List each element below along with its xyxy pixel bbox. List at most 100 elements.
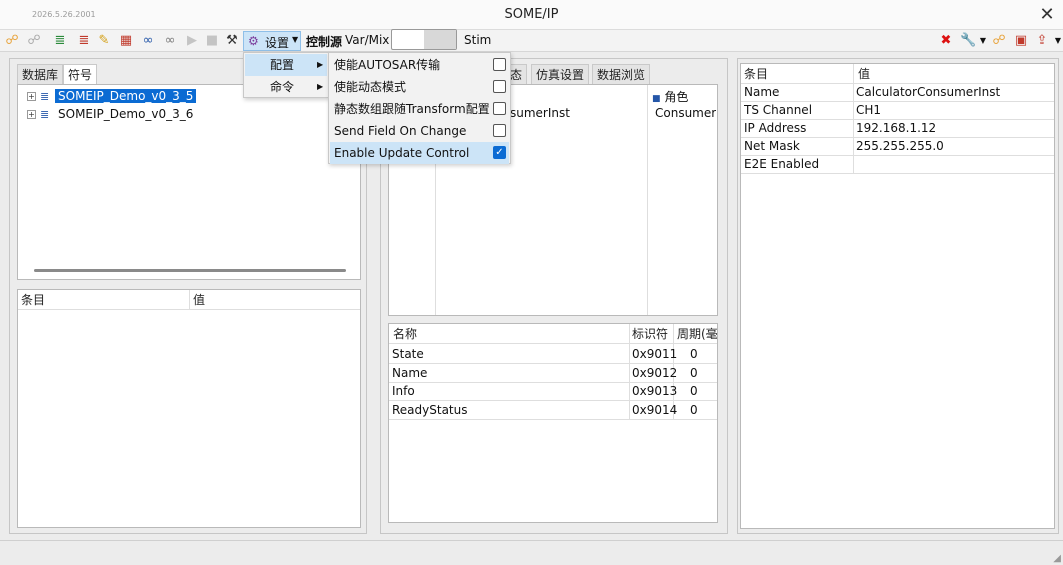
- gear-icon: ⚙: [248, 34, 259, 48]
- checkbox[interactable]: [493, 80, 506, 93]
- tab-data-browse[interactable]: 数据浏览: [592, 64, 651, 84]
- column-divider: [189, 290, 190, 309]
- property-value[interactable]: 255.255.255.0: [856, 137, 944, 155]
- menu-item-enable-update-control[interactable]: Enable Update Control ✓: [330, 142, 509, 164]
- column-header-item: 条目: [744, 67, 769, 81]
- table-row-id: 0x9011: [632, 347, 678, 361]
- column-divider: [647, 85, 648, 315]
- expand-icon[interactable]: +: [27, 110, 36, 119]
- control-source-toggle[interactable]: [391, 29, 457, 50]
- checkbox[interactable]: [493, 58, 506, 71]
- menu-item-label: 静态数组跟随Transform配置: [334, 102, 490, 116]
- clear-icon[interactable]: ✎: [96, 33, 112, 49]
- menu-item-config[interactable]: 配置 ▶: [245, 54, 327, 76]
- table-row-id: 0x9012: [632, 366, 678, 380]
- tree-label[interactable]: SOMEIP_Demo_v0_3_5: [55, 89, 197, 103]
- database-tree: + ≣ SOMEIP_Demo_v0_3_5 + ≣ SOMEIP_Demo_v0_3_…: [17, 84, 361, 280]
- stim-label: Stim: [464, 33, 492, 47]
- run-icon[interactable]: ▶: [184, 33, 200, 49]
- table-row-name[interactable]: Name: [392, 364, 427, 382]
- connect-icon[interactable]: ☍: [4, 33, 20, 49]
- config-submenu: 使能AUTOSAR传输 使能动态模式 静态数组跟随Transform配置 Sen…: [328, 52, 511, 164]
- column-header-value: 值: [858, 67, 871, 81]
- column-divider: [629, 324, 630, 419]
- menu-item-label: 命令: [270, 80, 295, 94]
- expand-icon[interactable]: +: [27, 92, 36, 101]
- property-name: E2E Enabled: [744, 157, 820, 171]
- menu-item-label: 配置: [270, 58, 295, 72]
- property-name: TS Channel: [744, 103, 813, 117]
- link-orange-icon[interactable]: ☍: [991, 33, 1007, 49]
- menu-item-autosar-transport[interactable]: 使能AUTOSAR传输: [330, 54, 509, 76]
- column-header-item: 条目: [21, 293, 46, 307]
- chevron-right-icon: ▶: [317, 60, 324, 69]
- settings-dropdown: 配置 ▶ 命令 ▶: [243, 52, 329, 98]
- add-database-icon[interactable]: ≣: [52, 33, 68, 49]
- menu-item-command[interactable]: 命令 ▶: [245, 76, 327, 98]
- header-divider: [18, 309, 360, 310]
- menu-item-static-array-transform[interactable]: 静态数组跟随Transform配置: [330, 98, 509, 120]
- resize-grip-icon[interactable]: ◢: [1053, 553, 1061, 564]
- stop-icon[interactable]: ■: [204, 33, 220, 49]
- left-properties-grid: 条目 值: [17, 289, 361, 528]
- broom-icon[interactable]: ⚒: [224, 33, 240, 49]
- table-row-name[interactable]: Info: [392, 382, 415, 400]
- instance-name[interactable]: sumerInst: [510, 104, 570, 122]
- link-icon[interactable]: ∞: [140, 33, 156, 49]
- settings-menu-button[interactable]: ⚙ 设置 ▼: [243, 31, 301, 51]
- remove-database-icon[interactable]: ≣: [76, 33, 92, 49]
- close-icon[interactable]: ✕: [1036, 4, 1058, 26]
- tab-sim-settings[interactable]: 仿真设置: [531, 64, 590, 84]
- menu-item-dynamic-mode[interactable]: 使能动态模式: [330, 76, 509, 98]
- table-row-id: 0x9013: [632, 384, 678, 398]
- delete-icon[interactable]: ✖: [938, 33, 954, 49]
- menu-item-label: 使能AUTOSAR传输: [334, 58, 441, 72]
- wrench-dropdown-icon[interactable]: ▼: [975, 33, 991, 49]
- wrench-icon[interactable]: 🔧: [960, 33, 976, 49]
- tree-label[interactable]: SOMEIP_Demo_v0_3_6: [55, 107, 196, 121]
- column-header-value: 值: [193, 293, 206, 307]
- checkbox[interactable]: [493, 124, 506, 137]
- tree-node-v036[interactable]: + ≣ SOMEIP_Demo_v0_3_6: [27, 106, 196, 123]
- tree-node-v035[interactable]: + ≣ SOMEIP_Demo_v0_3_5: [27, 88, 197, 105]
- column-header-name: 名称: [393, 327, 418, 341]
- table-row-name[interactable]: State: [392, 345, 424, 363]
- property-value[interactable]: 192.168.1.12: [856, 119, 936, 137]
- menu-item-label: Send Field On Change: [334, 124, 467, 138]
- table-row-name[interactable]: ReadyStatus: [392, 401, 468, 419]
- tab-database[interactable]: 数据库: [17, 64, 64, 84]
- export-icon[interactable]: ⇪: [1034, 33, 1050, 49]
- checkbox-checked[interactable]: ✓: [493, 146, 506, 159]
- property-name: Net Mask: [744, 139, 800, 153]
- menu-item-label: 使能动态模式: [334, 80, 407, 94]
- grid-icon[interactable]: ▦: [118, 33, 134, 49]
- checkbox[interactable]: [493, 102, 506, 115]
- table-row-period: 0: [690, 384, 698, 398]
- status-bar: ◢: [0, 540, 1063, 565]
- header-divider: [389, 343, 717, 344]
- row-divider: [741, 173, 1054, 174]
- tab-symbols[interactable]: 符号: [63, 64, 98, 84]
- unlink-icon[interactable]: ∞: [162, 33, 178, 49]
- property-value[interactable]: CalculatorConsumerInst: [856, 83, 1000, 101]
- chevron-down-icon: ▼: [292, 35, 299, 44]
- settings-label: 设置: [265, 36, 290, 50]
- toolbar: ☍ ☍ ≣ ≣ ✎ ▦ ∞ ∞ ▶ ■ ⚒ ⚙ 设置 ▼ 控制源 Var/Mix…: [0, 29, 1063, 52]
- export-dropdown-icon[interactable]: ▼: [1050, 33, 1063, 49]
- property-value[interactable]: CH1: [856, 101, 881, 119]
- window-title: SOME/IP: [504, 7, 559, 22]
- menu-item-send-field-on-change[interactable]: Send Field On Change: [330, 120, 509, 142]
- properties-grid: 条目 值 Name CalculatorConsumerInst TS Chan…: [740, 63, 1055, 529]
- var-mix-label: Var/Mix: [345, 33, 390, 47]
- property-name: IP Address: [744, 121, 807, 135]
- menu-item-label: Enable Update Control: [334, 146, 470, 160]
- service-table: 名称 标识符 周期(毫 State 0x9011 0 Name 0x9012 0…: [388, 323, 718, 523]
- horizontal-scrollbar[interactable]: [34, 269, 346, 272]
- chevron-right-icon: ▶: [317, 82, 324, 91]
- disconnect-icon[interactable]: ☍: [26, 33, 42, 49]
- toggle-knob: [424, 30, 456, 49]
- table-row-period: 0: [690, 366, 698, 380]
- window-close-icon[interactable]: ▣: [1013, 33, 1029, 49]
- role-header-label: 角色: [664, 90, 689, 104]
- property-name: Name: [744, 85, 780, 99]
